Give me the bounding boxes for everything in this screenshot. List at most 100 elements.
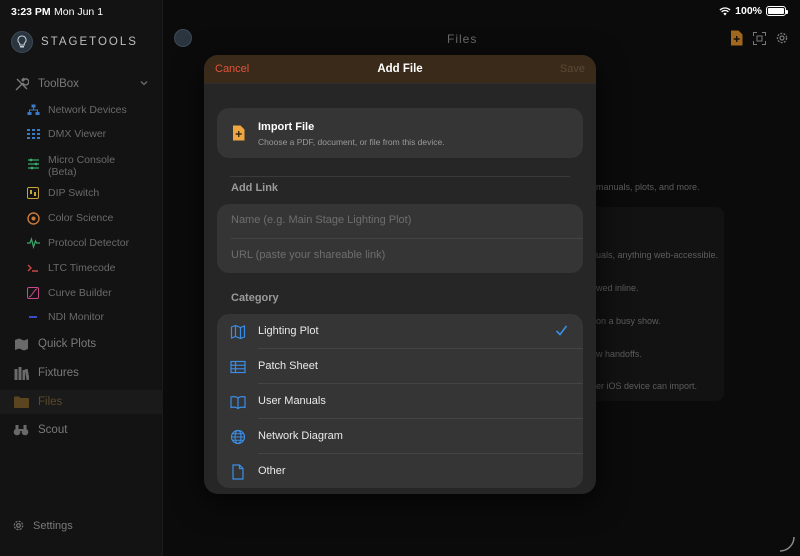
sidebar-item-label: NDI Monitor	[48, 311, 105, 323]
sliders-icon	[26, 157, 40, 171]
settings-button[interactable]	[775, 31, 789, 45]
bg-text: manuals, plots, and more.	[596, 182, 700, 192]
sidebar-item-curve-builder[interactable]: Curve Builder	[0, 281, 163, 305]
sidebar-item-fixtures[interactable]: Fixtures	[0, 361, 163, 385]
battery-icon	[766, 6, 788, 16]
url-input[interactable]: URL (paste your shareable link)	[231, 249, 385, 261]
category-network-diagram[interactable]: Network Diagram	[217, 419, 583, 454]
sidebar-item-network-devices[interactable]: Network Devices	[0, 98, 163, 122]
sidebar-item-label: Files	[38, 396, 63, 408]
sidebar-item-label: Micro Console (Beta)	[48, 154, 116, 178]
scan-icon	[753, 32, 766, 45]
sidebar-item-dmx-viewer[interactable]: DMX Viewer	[0, 122, 163, 146]
divider	[230, 176, 570, 177]
add-document-icon	[233, 125, 245, 141]
sidebar-item-label: Quick Plots	[38, 338, 97, 350]
sheet-header: Cancel Add File Save	[204, 55, 596, 84]
add-link-header: Add Link	[231, 182, 279, 194]
sidebar-item-ndi-monitor[interactable]: NDI Monitor	[0, 305, 163, 329]
add-file-button[interactable]	[730, 30, 743, 46]
sidebar-item-protocol-detector[interactable]: Protocol Detector	[0, 231, 163, 255]
category-label: Other	[258, 465, 286, 477]
bg-text: er iOS device can import.	[596, 381, 698, 391]
sidebar-item-micro-console[interactable]: Micro Console (Beta)	[0, 147, 163, 181]
lightbulb-logo-icon	[11, 31, 33, 53]
status-date: Mon Jun 1	[54, 6, 104, 18]
sidebar-item-dip-switch[interactable]: DIP Switch	[0, 181, 163, 205]
book-icon	[230, 396, 246, 410]
globe-icon	[230, 429, 246, 445]
sidebar-item-label: ToolBox	[38, 78, 79, 90]
books-icon	[13, 365, 29, 381]
bg-text: w handoffs.	[596, 349, 642, 359]
category-lighting-plot[interactable]: Lighting Plot	[217, 314, 583, 349]
import-title: Import File	[258, 121, 315, 133]
bg-text: on a busy show.	[596, 316, 661, 326]
category-label: Network Diagram	[258, 430, 343, 442]
waveform-icon	[26, 236, 40, 250]
sidebar-item-ltc-timecode[interactable]: LTC Timecode	[0, 256, 163, 280]
status-time: 3:23 PM	[11, 6, 51, 18]
color-icon	[26, 211, 40, 225]
gear-icon	[13, 520, 24, 531]
tools-icon	[13, 76, 29, 92]
battery-percent: 100%	[735, 5, 762, 17]
sidebar-item-label: Network Devices	[48, 104, 127, 116]
map-icon	[230, 324, 246, 340]
category-list: Lighting Plot Patch Sheet User Manuals N…	[217, 314, 583, 488]
sidebar: STAGETOOLS ToolBox Network Devices DMX V…	[0, 0, 163, 556]
divider	[231, 238, 583, 239]
dmx-icon	[26, 127, 40, 141]
link-fields: Name (e.g. Main Stage Lighting Plot) URL…	[217, 204, 583, 273]
map-icon	[13, 336, 29, 352]
curve-icon	[26, 286, 40, 300]
dip-switch-icon	[26, 186, 40, 200]
wifi-icon	[719, 6, 731, 15]
bg-text: wed inline.	[596, 283, 639, 293]
timecode-icon	[26, 261, 40, 275]
network-icon	[26, 103, 40, 117]
sidebar-item-label: Fixtures	[38, 367, 79, 379]
brand: STAGETOOLS	[11, 31, 138, 53]
sidebar-item-label: Curve Builder	[48, 287, 112, 299]
add-document-icon	[731, 30, 743, 46]
sidebar-item-toolbox[interactable]: ToolBox	[0, 72, 163, 96]
status-right: 100%	[719, 5, 788, 17]
brand-name: STAGETOOLS	[41, 36, 138, 48]
sidebar-item-scout[interactable]: Scout	[0, 418, 163, 442]
sidebar-item-label: Protocol Detector	[48, 237, 130, 249]
sidebar-item-quick-plots[interactable]: Quick Plots	[0, 332, 163, 356]
app-window: 3:23 PM Mon Jun 1 100% STAGETOOLS ToolBo…	[0, 0, 800, 556]
chevron-down-icon[interactable]	[139, 78, 149, 88]
avatar[interactable]	[174, 29, 192, 47]
folder-icon	[13, 394, 29, 410]
spinner-icon	[779, 536, 795, 552]
category-other[interactable]: Other	[217, 454, 583, 489]
category-label: Lighting Plot	[258, 325, 319, 337]
document-icon	[232, 464, 244, 480]
category-user-manuals[interactable]: User Manuals	[217, 384, 583, 419]
sidebar-item-files[interactable]: Files	[0, 390, 163, 414]
sidebar-item-color-science[interactable]: Color Science	[0, 206, 163, 230]
sidebar-item-settings[interactable]: Settings	[12, 519, 73, 532]
checkmark-icon	[555, 325, 568, 336]
import-subtitle: Choose a PDF, document, or file from thi…	[258, 137, 445, 147]
status-bar: 3:23 PM Mon Jun 1 100%	[0, 0, 800, 22]
sidebar-item-label: Color Science	[48, 212, 114, 224]
binoculars-icon	[13, 422, 29, 438]
sidebar-item-label: LTC Timecode	[48, 262, 116, 274]
save-button[interactable]: Save	[560, 63, 585, 75]
page-title: Files	[447, 32, 478, 46]
category-label: Patch Sheet	[258, 360, 318, 372]
sheet-title: Add File	[377, 63, 423, 75]
scan-button[interactable]	[753, 32, 766, 45]
category-patch-sheet[interactable]: Patch Sheet	[217, 349, 583, 384]
settings-label: Settings	[33, 519, 73, 532]
sidebar-item-label: Scout	[38, 424, 68, 436]
add-file-sheet: Cancel Add File Save Import File Choose …	[204, 55, 596, 494]
name-input[interactable]: Name (e.g. Main Stage Lighting Plot)	[231, 214, 411, 226]
import-file-button[interactable]: Import File Choose a PDF, document, or f…	[217, 108, 583, 158]
sidebar-item-label: DIP Switch	[48, 187, 100, 199]
ndi-icon	[26, 310, 40, 324]
bg-text: uals, anything web-accessible.	[596, 250, 719, 260]
